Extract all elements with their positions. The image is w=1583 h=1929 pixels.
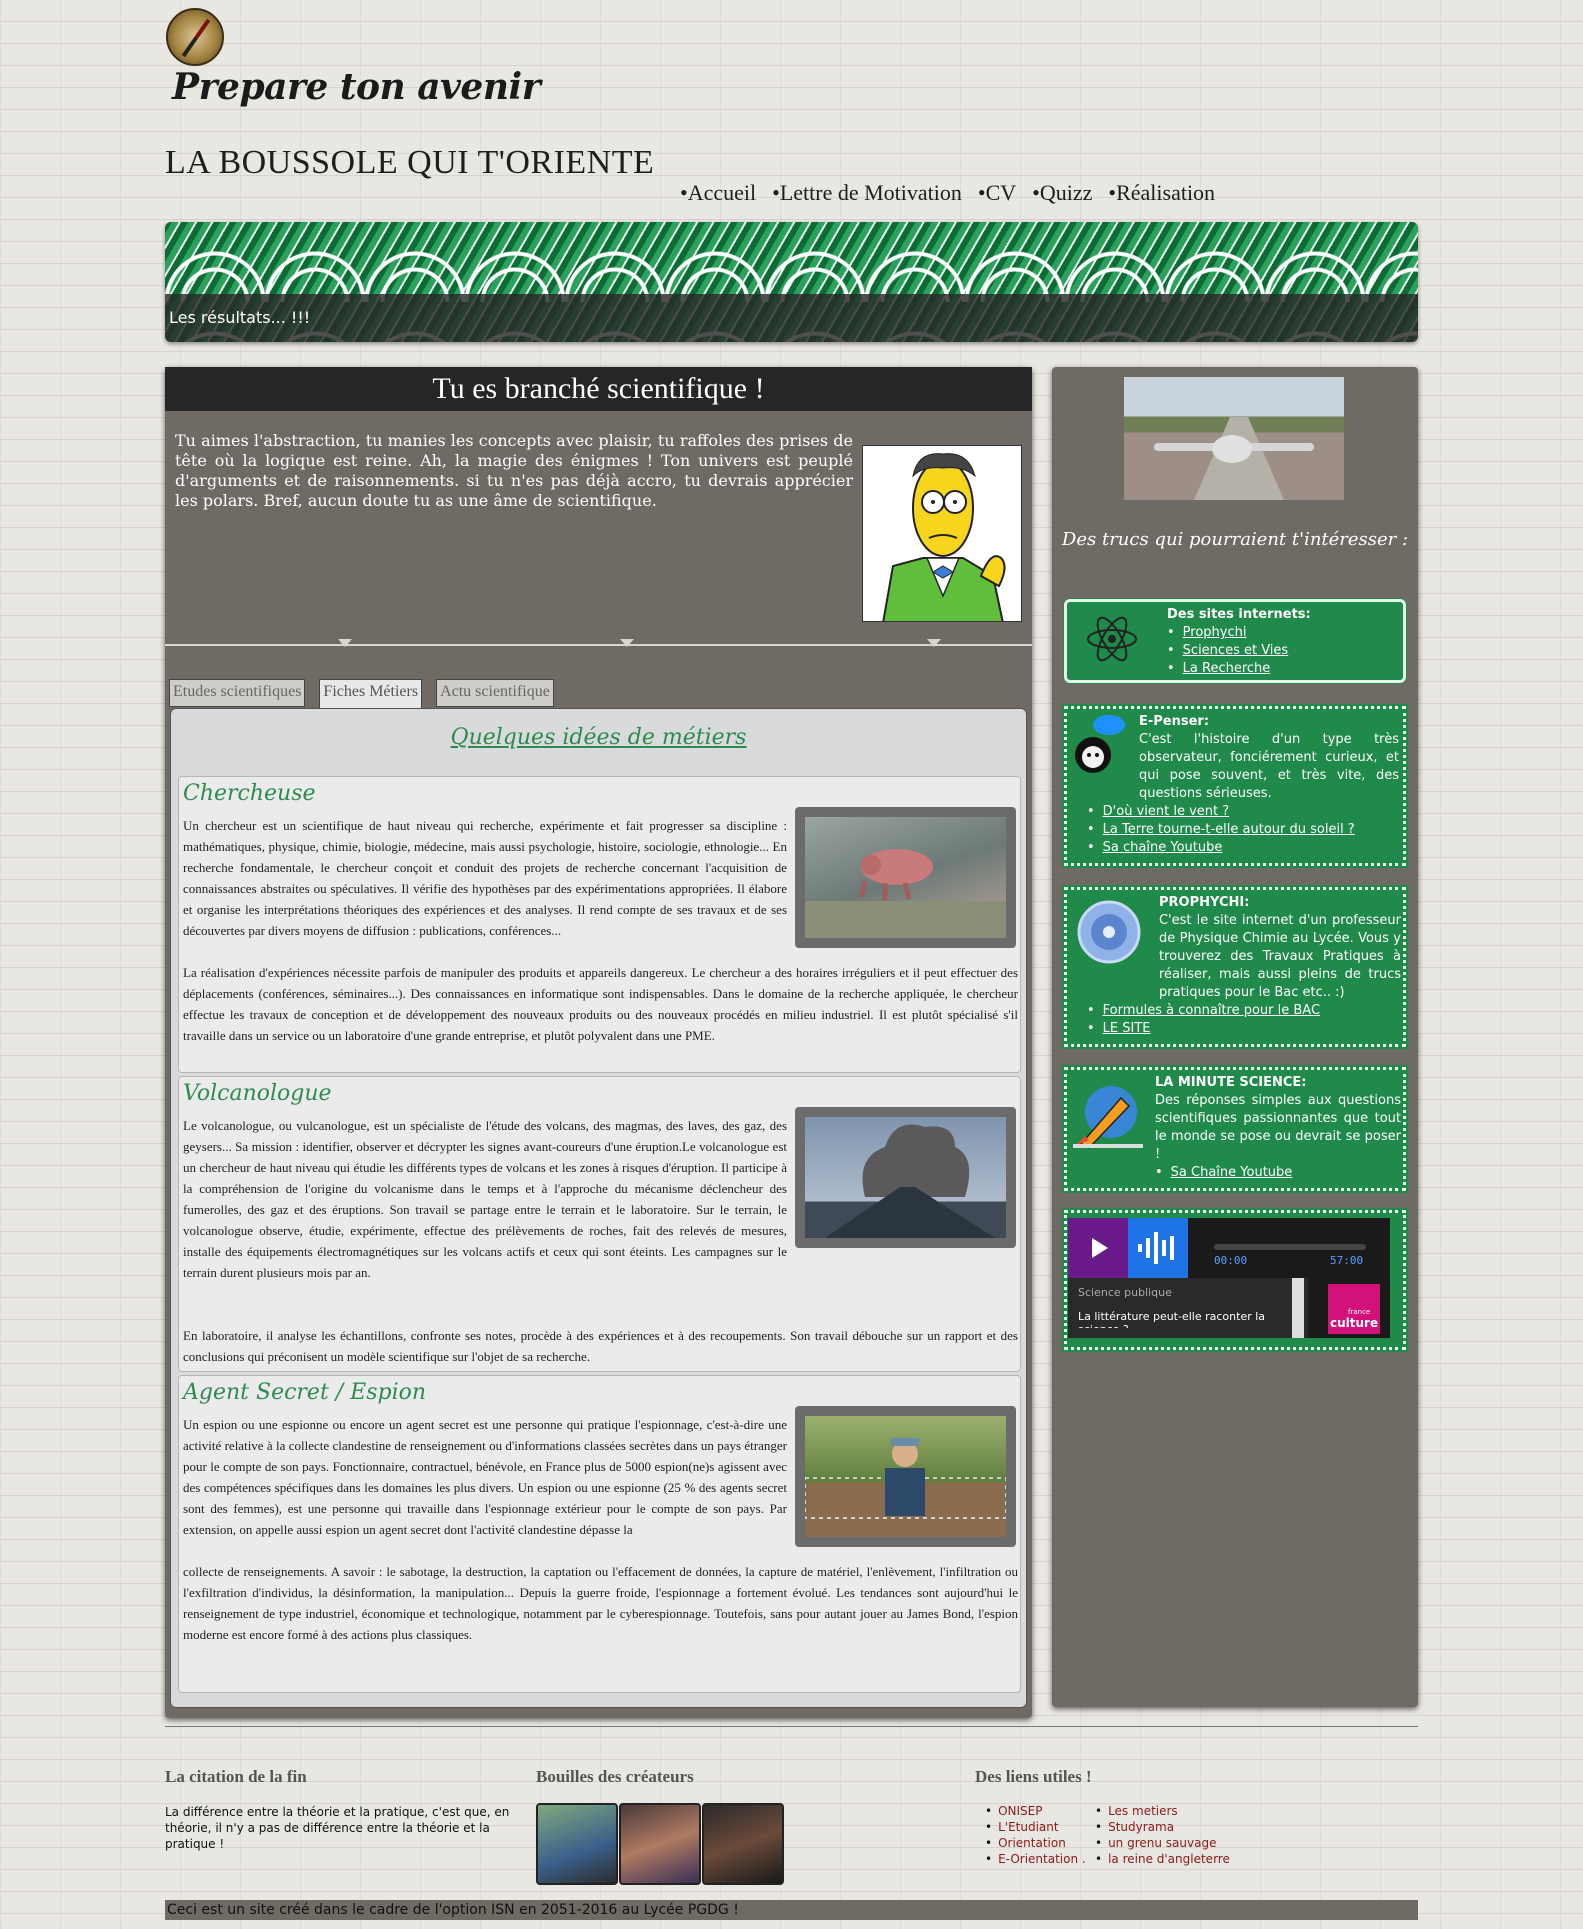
episode-title: La littérature peut-elle raconter la sci… bbox=[1078, 1310, 1266, 1328]
tab-etudes-scientifiques[interactable]: Etudes scientifiques bbox=[169, 679, 306, 707]
seek-bar[interactable] bbox=[1214, 1244, 1366, 1250]
link-sciences-et-vies[interactable]: Sciences et Vies bbox=[1183, 643, 1289, 658]
footer-divider bbox=[165, 1726, 1418, 1727]
banner: Les résultats... !!! bbox=[165, 222, 1418, 342]
link-un-grenu-sauvage[interactable]: un grenu sauvage bbox=[1108, 1836, 1216, 1850]
france-culture-logo: france culture bbox=[1328, 1284, 1380, 1334]
job-description-continued: En laboratoire, il analyse les échantill… bbox=[183, 1328, 1018, 1364]
rocket-icon bbox=[1071, 1078, 1143, 1150]
e-penser-title: E-Penser: bbox=[1139, 714, 1210, 729]
compass-logo bbox=[166, 8, 224, 66]
creator-avatar bbox=[619, 1803, 701, 1885]
divider-ornament bbox=[927, 639, 941, 649]
link-minute-science-youtube[interactable]: Sa Chaîne Youtube bbox=[1171, 1165, 1293, 1180]
drone-photo bbox=[1124, 377, 1344, 500]
link-terre-tourne[interactable]: La Terre tourne-t-elle autour du soleil … bbox=[1103, 822, 1355, 837]
link-letudiant[interactable]: L'Etudiant bbox=[998, 1820, 1059, 1834]
job-description-continued: collecte de renseignements. A savoir : l… bbox=[183, 1564, 1018, 1642]
job-description: Le volcanologue, ou vulcanologue, est un… bbox=[183, 1118, 787, 1280]
footer-credits: Ceci est un site créé dans le cadre de l… bbox=[165, 1900, 1418, 1920]
prophychi-title: PROPHYCHI: bbox=[1159, 895, 1250, 910]
scientist-illustration bbox=[862, 445, 1022, 622]
time-start: 00:00 bbox=[1214, 1254, 1248, 1267]
minute-science-title: LA MINUTE SCIENCE: bbox=[1155, 1075, 1307, 1090]
useful-links-col2: Les metiers Studyrama un grenu sauvage l… bbox=[1095, 1803, 1230, 1867]
main-panel: Tu es branché scientifique ! Tu aimes l'… bbox=[165, 367, 1032, 1718]
link-e-penser-youtube[interactable]: Sa chaîne Youtube bbox=[1103, 840, 1223, 855]
job-image bbox=[795, 1107, 1016, 1248]
minute-science-box: LA MINUTE SCIENCE: Des réponses simples … bbox=[1064, 1067, 1406, 1191]
banner-caption-bar bbox=[165, 294, 1418, 342]
job-card: Agent Secret / Espion Un espion ou une e… bbox=[178, 1375, 1021, 1693]
main-title-bar: Tu es branché scientifique ! bbox=[165, 367, 1032, 411]
sidebar: Des trucs qui pourraient t'intéresser : … bbox=[1052, 367, 1418, 1707]
job-title: Chercheuse bbox=[183, 781, 316, 806]
banner-caption: Les résultats... !!! bbox=[169, 308, 311, 327]
creator-avatar bbox=[702, 1803, 784, 1885]
job-description: Un espion ou une espionne ou encore un a… bbox=[183, 1417, 787, 1537]
play-button[interactable] bbox=[1068, 1218, 1128, 1278]
sites-box-title: Des sites internets: bbox=[1167, 607, 1311, 622]
link-orientation[interactable]: Orientation bbox=[998, 1836, 1066, 1850]
tagline: Prepare ton avenir bbox=[172, 66, 541, 108]
link-onisep[interactable]: ONISEP bbox=[998, 1804, 1042, 1818]
divider-ornament bbox=[620, 639, 634, 649]
tab-content: Quelques idées de métiers Chercheuse Un … bbox=[170, 708, 1027, 1708]
useful-links-col1: ONISEP L'Etudiant Orientation E-Orientat… bbox=[985, 1803, 1086, 1867]
creators-heading: Bouilles des créateurs bbox=[536, 1767, 694, 1786]
sites-box: Des sites internets: Prophychi Sciences … bbox=[1064, 599, 1406, 683]
nav-accueil[interactable]: Accueil bbox=[680, 180, 756, 206]
section-divider bbox=[165, 644, 1032, 646]
prophychi-box: PROPHYCHI: C'est le site internet d'un p… bbox=[1064, 887, 1406, 1047]
link-les-metiers[interactable]: Les metiers bbox=[1108, 1804, 1178, 1818]
tab-bar: Etudes scientifiques Fiches Métiers Actu… bbox=[169, 679, 554, 709]
waveform-icon bbox=[1128, 1218, 1188, 1278]
job-image bbox=[795, 807, 1016, 948]
e-penser-description: C'est l'histoire d'un type très observat… bbox=[1139, 732, 1399, 801]
site-title: LA BOUSSOLE QUI T'ORIENTE bbox=[165, 144, 655, 181]
nav-lettre-motivation[interactable]: Lettre de Motivation bbox=[772, 180, 962, 206]
links-heading: Des liens utiles ! bbox=[975, 1767, 1092, 1786]
quote-heading: La citation de la fin bbox=[165, 1767, 307, 1786]
result-intro: Tu aimes l'abstraction, tu manies les co… bbox=[175, 431, 853, 510]
podcast-player: 00:00 57:00 Science publique La littérat… bbox=[1068, 1218, 1390, 1338]
job-image bbox=[795, 1406, 1016, 1547]
link-studyrama[interactable]: Studyrama bbox=[1108, 1820, 1174, 1834]
quote-text: La différence entre la théorie et la pra… bbox=[165, 1805, 510, 1851]
job-card: Chercheuse Un chercheur est un scientifi… bbox=[178, 776, 1021, 1073]
content-title: Quelques idées de métiers bbox=[450, 725, 747, 750]
atom-icon bbox=[1085, 612, 1139, 666]
link-prophychi[interactable]: Prophychi bbox=[1183, 625, 1247, 640]
nav-realisation[interactable]: Réalisation bbox=[1108, 180, 1215, 206]
link-le-site[interactable]: LE SITE bbox=[1103, 1021, 1151, 1036]
job-description-continued: La réalisation d'expériences nécessite p… bbox=[183, 965, 1018, 1043]
job-title: Volcanologue bbox=[183, 1081, 332, 1106]
nav-quizz[interactable]: Quizz bbox=[1032, 180, 1093, 206]
divider-ornament bbox=[338, 639, 352, 649]
minute-science-description: Des réponses simples aux questions scien… bbox=[1155, 1093, 1401, 1162]
scrollbar[interactable] bbox=[1292, 1278, 1304, 1338]
nav-cv[interactable]: CV bbox=[978, 180, 1017, 206]
prophychi-logo-icon bbox=[1077, 896, 1141, 968]
page-title: Tu es branché scientifique ! bbox=[432, 372, 765, 405]
link-formules-bac[interactable]: Formules à connaître pour le BAC bbox=[1103, 1003, 1320, 1018]
link-la-reine[interactable]: la reine d'angleterre bbox=[1108, 1852, 1230, 1866]
main-nav: Accueil Lettre de Motivation CV Quizz Ré… bbox=[680, 180, 1231, 206]
job-title: Agent Secret / Espion bbox=[183, 1380, 427, 1405]
e-penser-box: E-Penser: C'est l'histoire d'un type trè… bbox=[1064, 706, 1406, 866]
link-e-orientation[interactable]: E-Orientation . bbox=[998, 1852, 1086, 1866]
show-name: Science publique bbox=[1078, 1286, 1172, 1299]
thinker-icon bbox=[1069, 713, 1129, 777]
tab-fiches-metiers[interactable]: Fiches Métiers bbox=[319, 679, 423, 709]
prophychi-description: C'est le site internet d'un professeur d… bbox=[1159, 913, 1401, 1000]
job-card: Volcanologue Le volcanologue, ou vulcano… bbox=[178, 1076, 1021, 1372]
job-description: Un chercheur est un scientifique de haut… bbox=[183, 818, 787, 938]
tab-actu-scientifique[interactable]: Actu scientifique bbox=[436, 679, 554, 707]
link-la-recherche[interactable]: La Recherche bbox=[1183, 661, 1271, 676]
creator-avatar bbox=[536, 1803, 618, 1885]
link-dou-vient-le-vent[interactable]: D'où vient le vent ? bbox=[1103, 804, 1229, 819]
sidebar-heading: Des trucs qui pourraient t'intéresser : bbox=[1061, 529, 1409, 550]
time-end: 57:00 bbox=[1330, 1254, 1364, 1267]
